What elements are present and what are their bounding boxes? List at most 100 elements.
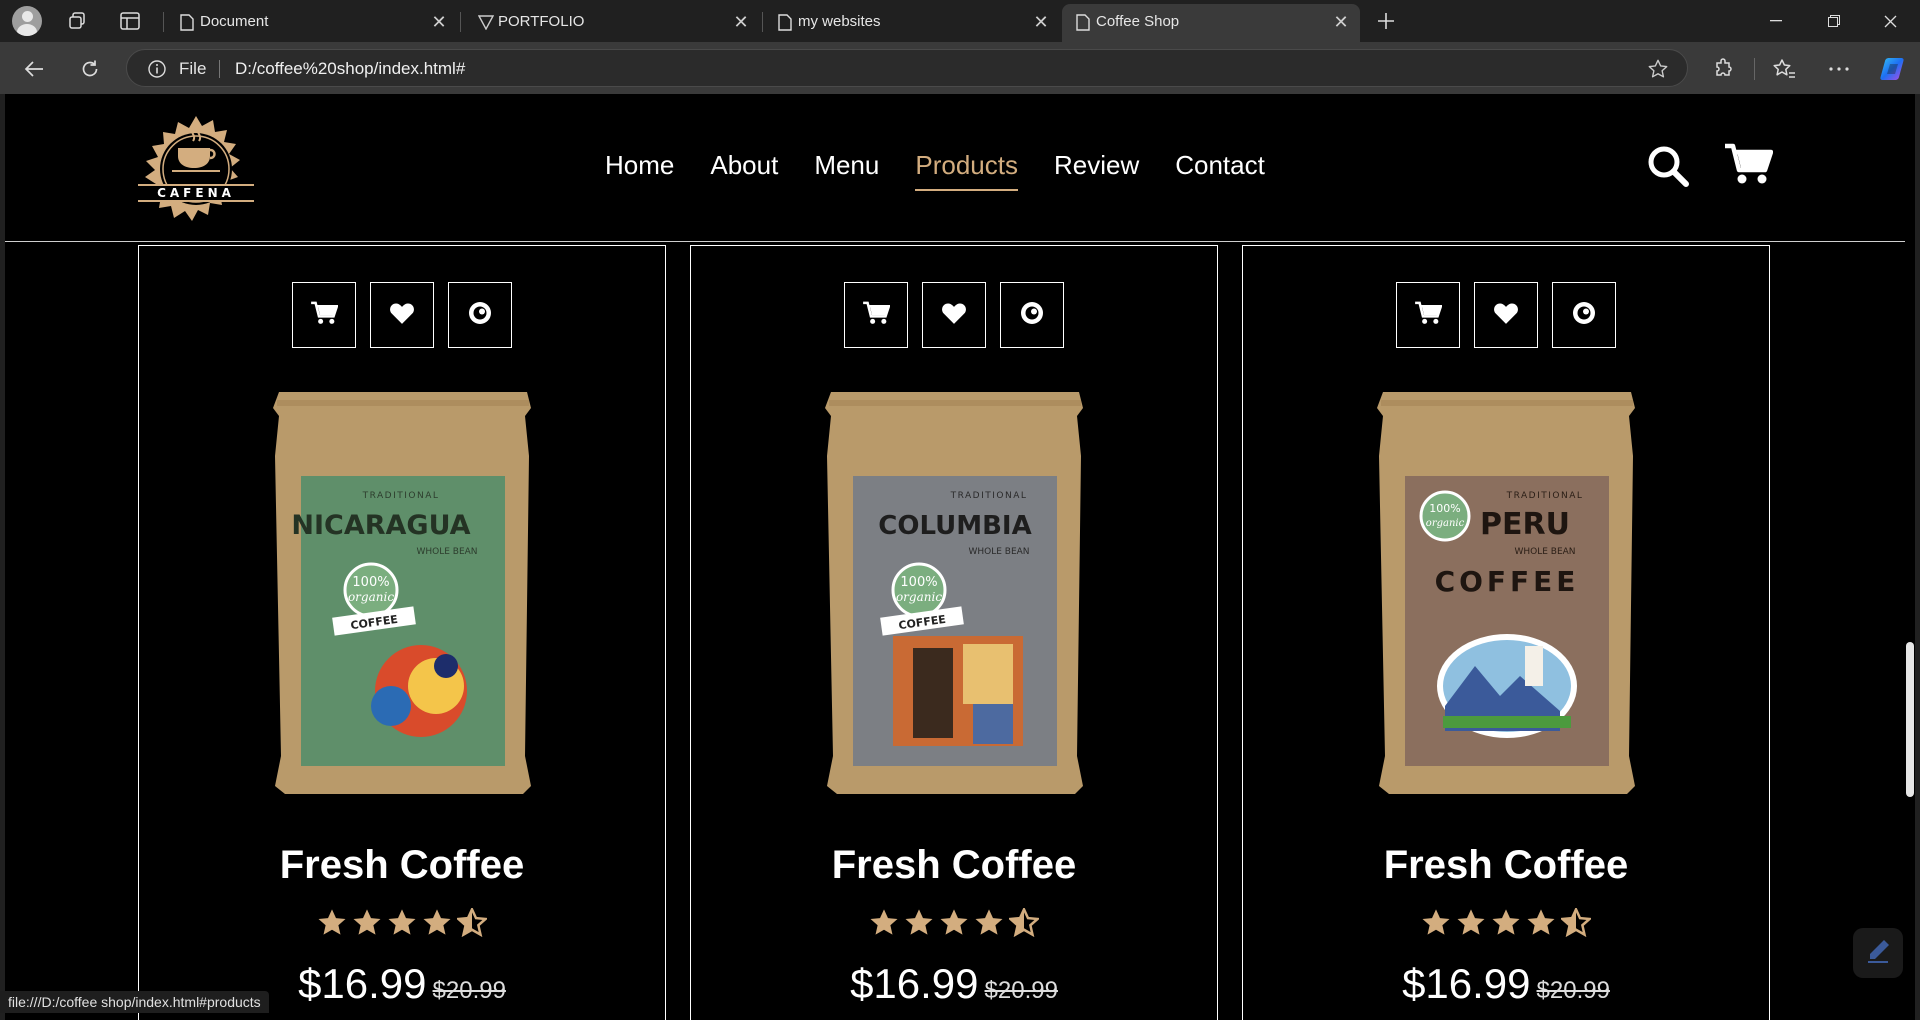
shopping-cart-icon — [310, 300, 339, 331]
star-icon — [1491, 908, 1521, 942]
back-icon[interactable] — [18, 53, 50, 85]
half-star-icon — [1559, 906, 1593, 942]
star-icon — [939, 908, 969, 942]
scheme-label: File — [179, 59, 207, 78]
extensions-icon[interactable] — [1708, 53, 1740, 85]
browser-tab[interactable]: Document ✕ — [166, 4, 458, 40]
quick-view-button[interactable] — [448, 282, 512, 348]
svg-text:TRADITIONAL: TRADITIONAL — [1506, 491, 1584, 501]
info-icon[interactable] — [147, 59, 167, 84]
add-to-cart-button[interactable] — [1396, 282, 1460, 348]
scroll-thumb[interactable] — [1906, 642, 1914, 797]
new-tab-icon[interactable] — [1372, 8, 1400, 34]
search-icon[interactable] — [1646, 144, 1690, 193]
workspaces-icon[interactable] — [63, 8, 91, 34]
refresh-icon[interactable] — [74, 53, 106, 85]
restore-icon[interactable] — [1806, 0, 1862, 42]
nav-products[interactable]: Products — [915, 150, 1018, 191]
nav-menu[interactable]: Menu — [814, 150, 879, 191]
logo-text: CAFENA — [157, 186, 235, 200]
bag-origin-label: NICARAGUA — [291, 510, 470, 541]
close-tab-icon[interactable]: ✕ — [1328, 9, 1354, 35]
card-actions — [691, 282, 1217, 348]
old-price: $20.99 — [984, 977, 1058, 1004]
cafena-logo[interactable]: CAFENA — [136, 114, 256, 234]
close-tab-icon[interactable]: ✕ — [1028, 9, 1054, 35]
nav-review[interactable]: Review — [1054, 150, 1139, 191]
wishlist-button[interactable] — [922, 282, 986, 348]
product-name: Fresh Coffee — [279, 843, 525, 887]
nav-home[interactable]: Home — [605, 150, 674, 191]
close-window-icon[interactable] — [1862, 0, 1918, 42]
star-icon — [869, 908, 899, 942]
half-star-icon — [455, 906, 489, 942]
svg-text:WHOLE BEAN: WHOLE BEAN — [1514, 547, 1575, 557]
product-name: Fresh Coffee — [1383, 843, 1629, 887]
browser-toolbar: File D:/coffee%20shop/index.html# — [0, 42, 1920, 94]
close-tab-icon[interactable]: ✕ — [728, 9, 754, 35]
tab-actions-icon[interactable] — [116, 8, 144, 34]
product-price: $16.99 $20.99 — [1243, 960, 1769, 1008]
star-icon — [974, 908, 1004, 942]
address-bar[interactable]: File D:/coffee%20shop/index.html# — [126, 49, 1688, 87]
more-menu-icon[interactable] — [1823, 53, 1855, 85]
star-icon — [352, 908, 382, 942]
svg-text:organic: organic — [348, 590, 394, 604]
svg-text:100%: 100% — [900, 575, 937, 590]
rating-stars — [1243, 906, 1769, 942]
svg-text:COFFEE: COFFEE — [1435, 565, 1580, 598]
favorites-icon[interactable] — [1768, 53, 1800, 85]
page-icon — [778, 14, 792, 35]
product-image: TRADITIONAL COLUMBIA WHOLE BEAN 100% org… — [823, 386, 1087, 798]
product-price: $16.99 $20.99 — [691, 960, 1217, 1008]
heart-icon — [389, 301, 415, 330]
star-icon — [1526, 908, 1556, 942]
copilot-icon[interactable] — [1878, 53, 1910, 85]
profile-avatar[interactable] — [12, 6, 42, 36]
add-to-cart-button[interactable] — [292, 282, 356, 348]
browser-tab-active[interactable]: Coffee Shop ✕ — [1062, 4, 1360, 42]
floating-tool-button[interactable] — [1853, 928, 1903, 978]
minimize-icon[interactable] — [1748, 0, 1804, 42]
add-to-cart-button[interactable] — [844, 282, 908, 348]
link-status-bar: file:///D:/coffee shop/index.html#produc… — [0, 991, 269, 1013]
shopping-cart-icon — [1414, 300, 1443, 331]
site-header: CAFENA Home About Menu Products Review C… — [5, 94, 1905, 242]
nav-contact[interactable]: Contact — [1175, 150, 1265, 191]
browser-tab[interactable]: PORTFOLIO ✕ — [464, 4, 760, 40]
main-nav: Home About Menu Products Review Contact — [605, 150, 1301, 191]
eye-icon — [1571, 300, 1597, 331]
page-icon — [180, 14, 194, 35]
half-star-icon — [1007, 906, 1041, 942]
wishlist-button[interactable] — [370, 282, 434, 348]
shopping-cart-icon — [862, 300, 891, 331]
quick-view-button[interactable] — [1552, 282, 1616, 348]
close-tab-icon[interactable]: ✕ — [426, 9, 452, 35]
browser-tab[interactable]: my websites ✕ — [764, 4, 1060, 40]
current-price: $16.99 — [298, 960, 427, 1007]
pen-icon — [1864, 937, 1892, 970]
cart-icon[interactable] — [1723, 142, 1774, 191]
product-name: Fresh Coffee — [831, 843, 1077, 887]
svg-text:TRADITIONAL: TRADITIONAL — [950, 491, 1028, 501]
bag-origin-label: PERU — [1480, 507, 1570, 542]
url-text[interactable]: D:/coffee%20shop/index.html# — [235, 59, 465, 79]
page-scrollbar[interactable] — [1905, 94, 1915, 1020]
svg-text:100%: 100% — [1429, 502, 1460, 515]
svg-text:organic: organic — [1426, 518, 1465, 529]
quick-view-button[interactable] — [1000, 282, 1064, 348]
star-icon — [904, 908, 934, 942]
star-icon — [1421, 908, 1451, 942]
product-card: 100% organic TRADITIONAL PERU WHOLE BEAN… — [1242, 245, 1770, 1020]
card-actions — [139, 282, 665, 348]
wishlist-button[interactable] — [1474, 282, 1538, 348]
page-icon — [1076, 14, 1090, 35]
product-card: TRADITIONAL COLUMBIA WHOLE BEAN 100% org… — [690, 245, 1218, 1020]
heart-icon — [941, 301, 967, 330]
rating-stars — [139, 906, 665, 942]
product-image: 100% organic TRADITIONAL PERU WHOLE BEAN… — [1375, 386, 1639, 798]
favorite-star-icon[interactable] — [1647, 58, 1669, 85]
nav-about[interactable]: About — [710, 150, 778, 191]
browser-tab-bar: Document ✕ PORTFOLIO ✕ my websites ✕ Cof… — [0, 0, 1920, 42]
svg-text:WHOLE BEAN: WHOLE BEAN — [416, 547, 477, 557]
